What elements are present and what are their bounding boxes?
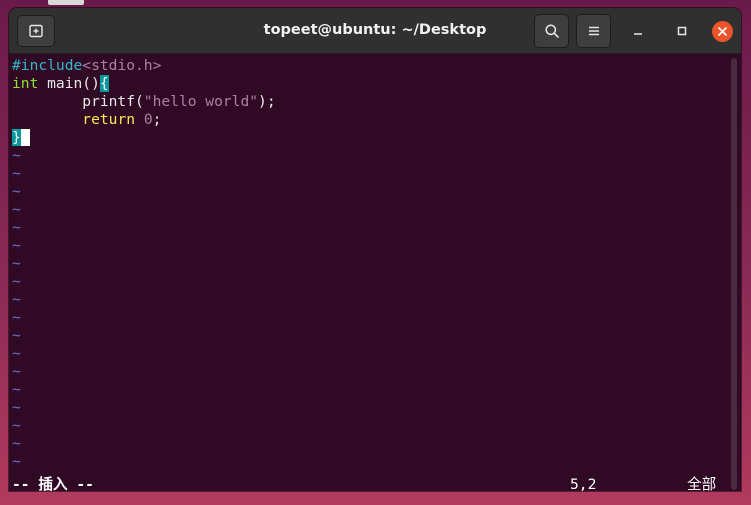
empty-line-tilde: ~	[12, 399, 21, 416]
code-token: 0	[143, 111, 153, 128]
empty-line-tilde: ~	[12, 345, 21, 362]
scroll-percentage: 全部	[687, 476, 717, 491]
code-token: }	[12, 129, 21, 146]
empty-line-tilde: ~	[12, 255, 21, 272]
empty-line-tilde: ~	[12, 219, 21, 236]
code-token: #include	[12, 57, 83, 74]
code-token: printf(	[12, 93, 144, 110]
code-token: <stdio.h>	[82, 57, 162, 74]
mode-indicator: -- 插入 --	[12, 476, 94, 491]
minimize-button[interactable]	[627, 20, 649, 42]
empty-line-tilde: ~	[12, 417, 21, 434]
empty-line-tilde: ~	[12, 435, 21, 452]
cursor-position: 5,2	[570, 476, 597, 491]
code-token: main()	[38, 75, 100, 92]
empty-line-tilde: ~	[12, 201, 21, 218]
maximize-icon	[677, 26, 687, 36]
minimize-icon	[634, 33, 642, 35]
close-icon	[717, 26, 727, 36]
code-token: return	[82, 111, 136, 128]
code-line: #include<stdio.h>	[12, 57, 161, 75]
close-button[interactable]	[711, 20, 733, 42]
empty-line-tilde: ~	[12, 291, 21, 308]
code-line: }	[12, 129, 30, 147]
code-line: printf("hello world");	[12, 93, 276, 111]
empty-line-tilde: ~	[12, 237, 21, 254]
code-token: );	[258, 93, 276, 110]
close-button-circle	[711, 20, 733, 42]
vim-editor-area[interactable]: #include<stdio.h> int main(){ printf("hel…	[9, 54, 729, 491]
code-token: int	[12, 75, 39, 92]
hamburger-menu-icon	[588, 26, 599, 36]
empty-line-tilde: ~	[12, 381, 21, 398]
empty-line-tilde: ~	[12, 309, 21, 326]
desktop-top-edge	[48, 0, 84, 5]
menu-button[interactable]	[576, 14, 611, 48]
empty-line-tilde: ~	[12, 165, 21, 182]
search-icon	[544, 24, 559, 38]
text-cursor	[20, 129, 30, 146]
terminal-window: topeet@ubuntu: ~/Desktop #include<stdio.…	[9, 8, 741, 491]
code-line: int main(){	[12, 75, 109, 93]
empty-line-tilde: ~	[12, 147, 21, 164]
empty-line-tilde: ~	[12, 363, 21, 380]
code-token: "hello world"	[143, 93, 259, 110]
search-button[interactable]	[534, 14, 569, 48]
empty-line-tilde: ~	[12, 327, 21, 344]
code-line: return 0;	[12, 111, 161, 129]
empty-line-tilde: ~	[12, 453, 21, 470]
empty-line-tilde: ~	[12, 183, 21, 200]
code-token: {	[99, 75, 109, 92]
maximize-button[interactable]	[671, 20, 693, 42]
title-bar: topeet@ubuntu: ~/Desktop	[9, 8, 741, 54]
scrollbar[interactable]	[731, 58, 737, 490]
empty-line-tilde: ~	[12, 273, 21, 290]
code-token: ;	[152, 111, 162, 128]
